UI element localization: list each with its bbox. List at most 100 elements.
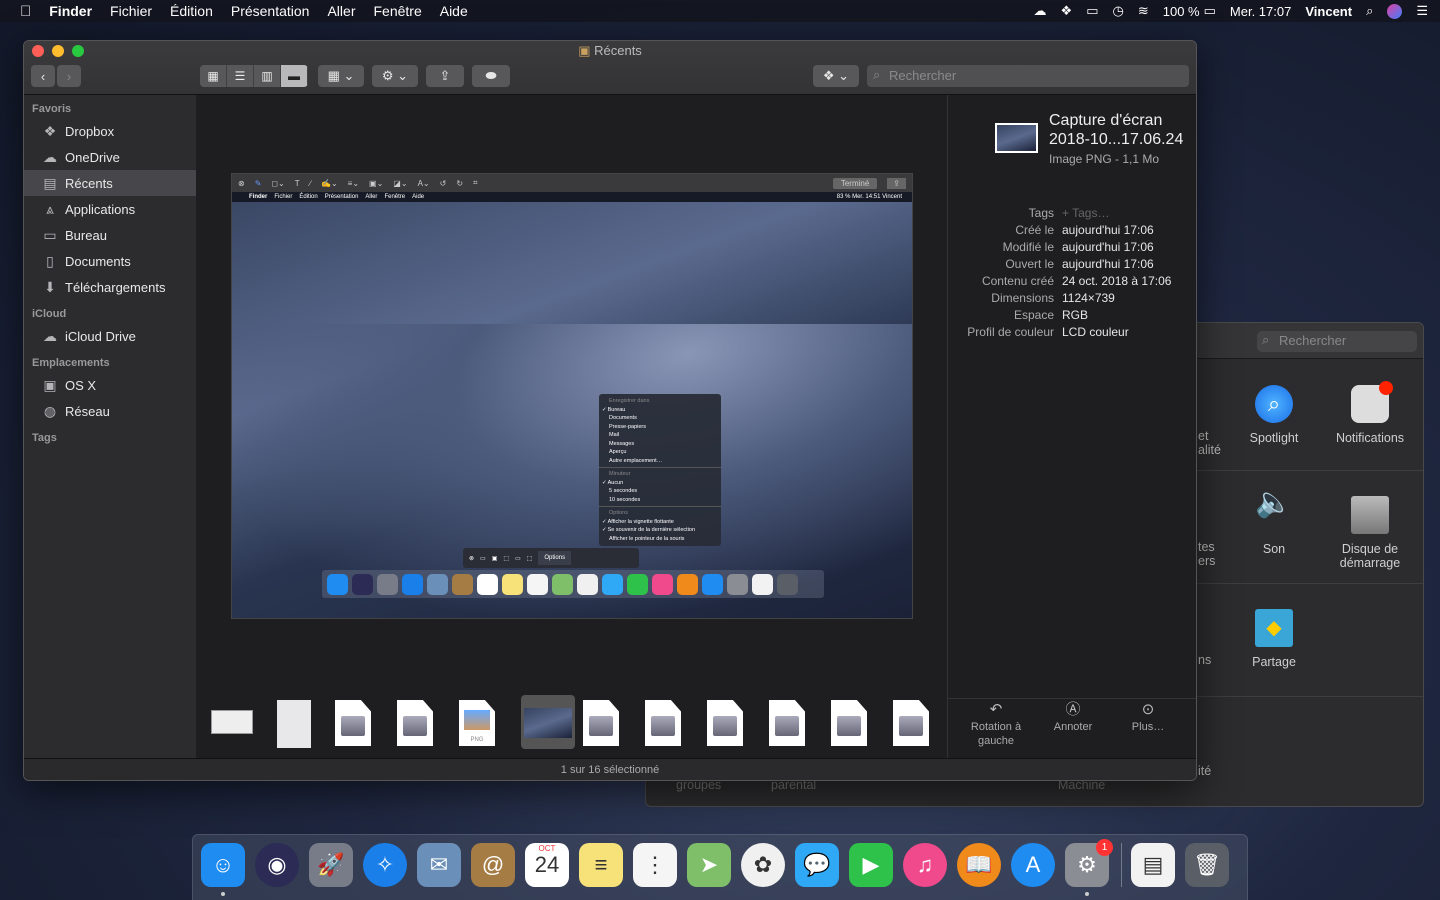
dock-mail[interactable]: ✉ xyxy=(417,843,461,887)
menu-item: ✓Aucun xyxy=(602,479,721,488)
thumbnail-disk-doc[interactable] xyxy=(769,700,805,746)
thumbnail-screenshot-selected[interactable] xyxy=(521,695,575,749)
rotate-left-button[interactable]: ↶ Rotation à gauche xyxy=(958,702,1034,748)
dropbox-icon[interactable]: ❖ xyxy=(1061,3,1073,19)
menu-presentation[interactable]: Présentation xyxy=(222,3,319,19)
list-view-button[interactable]: ☰ xyxy=(227,65,254,87)
markup-toolbar: ⊗ ✎ ◻⌄ T ∕ ✍⌄ ≡⌄ ▣⌄ ◪⌄ A⌄ ↺ ↻ ⌗ Terminé ⇪ xyxy=(232,174,912,192)
thumbnail-disk-doc[interactable] xyxy=(707,700,743,746)
menu-fenetre[interactable]: Fenêtre xyxy=(364,3,430,19)
pref-notifications[interactable]: Notifications xyxy=(1320,381,1420,445)
pref-partage[interactable]: ◆ Partage xyxy=(1224,609,1324,669)
creative-cloud-icon[interactable]: ☁ xyxy=(1034,3,1047,19)
sidebar-item-réseau[interactable]: ◍ Réseau xyxy=(24,398,196,424)
time-machine-icon[interactable]: ◷ xyxy=(1112,3,1123,19)
inner-menu-item: Présentation xyxy=(324,194,359,200)
metadata-value: RGB xyxy=(1062,308,1089,322)
menu-item-label: 5 secondes xyxy=(609,488,638,494)
forward-button[interactable]: › xyxy=(57,65,81,87)
mini-dock-safari-icon xyxy=(402,573,423,595)
quick-actions: ↶ Rotation à gauche Ⓐ Annoter ⊙ Plus… xyxy=(948,698,1196,758)
action-gear-button[interactable]: ⚙ ⌄ xyxy=(372,65,418,87)
disk-icon xyxy=(899,716,923,736)
notification-center-icon[interactable]: ☰ xyxy=(1416,3,1428,19)
thumbnail-document-scan[interactable] xyxy=(277,700,311,748)
sidebar-item-récents[interactable]: ▤ Récents xyxy=(24,170,196,196)
disk-icon: ▣ xyxy=(43,376,57,393)
siri-icon[interactable] xyxy=(1387,3,1403,19)
thumbnail-disk-doc[interactable] xyxy=(645,700,681,746)
sidebar-item-os-x[interactable]: ▣ OS X xyxy=(24,372,196,398)
pref-spotlight[interactable]: ⌕ Spotlight xyxy=(1224,385,1324,445)
sidebar-item-icloud-drive[interactable]: ☁ iCloud Drive xyxy=(24,323,196,349)
column-view-button[interactable]: ▥ xyxy=(254,65,281,87)
thumbnail-png[interactable]: PNG xyxy=(459,700,495,746)
disk-icon xyxy=(713,716,737,736)
gallery-view-button[interactable]: ▬ xyxy=(281,65,308,87)
dock-siri[interactable]: ◉ xyxy=(255,843,299,887)
dock-notes[interactable]: ≡ xyxy=(579,843,623,887)
share-icon: ⇪ xyxy=(887,177,906,189)
dock-system-preferences[interactable]: ⚙ 1 xyxy=(1065,839,1113,896)
menu-app-finder[interactable]: Finder xyxy=(40,3,101,19)
pref-son[interactable]: 🔈 Son xyxy=(1224,488,1324,557)
more-button[interactable]: ⊙ Plus… xyxy=(1110,702,1186,734)
airplay-icon[interactable]: ▭ xyxy=(1086,3,1098,19)
add-tags-field[interactable]: + Tags… xyxy=(1062,205,1109,222)
battery-percent[interactable]: 100 % xyxy=(1163,4,1200,19)
dock-maps[interactable]: ➤ xyxy=(687,843,731,887)
inspector-panel: Capture d'écran 2018-10...17.06.24 Image … xyxy=(947,95,1196,758)
thumbnail-disk-doc[interactable] xyxy=(335,700,371,746)
thumbnail-disk-doc[interactable] xyxy=(397,700,433,746)
dock-app-store[interactable]: A xyxy=(1011,843,1055,887)
dock-trash[interactable]: 🗑 xyxy=(1185,843,1229,887)
mini-dock-books-icon xyxy=(677,573,698,595)
dock-reminders[interactable]: ⋮ xyxy=(633,843,677,887)
sidebar-item-documents[interactable]: ▯ Documents xyxy=(24,248,196,274)
thumbnail-disk-doc[interactable] xyxy=(831,700,867,746)
dock-contacts-icon: @ xyxy=(481,852,505,877)
battery-icon[interactable]: ▭ xyxy=(1204,3,1216,19)
share-button[interactable]: ⇪ xyxy=(426,65,464,87)
dock-calendar[interactable]: 24 OCT xyxy=(525,843,569,887)
menu-aller[interactable]: Aller xyxy=(318,3,364,19)
menu-edition[interactable]: Édition xyxy=(161,3,222,19)
sidebar-item-bureau[interactable]: ▭ Bureau xyxy=(24,222,196,248)
pref-startup-disk[interactable]: Disque de démarrage xyxy=(1320,496,1420,570)
user-name[interactable]: Vincent xyxy=(1305,4,1352,19)
thumbnail-disk-doc[interactable] xyxy=(893,700,929,746)
menu-aide[interactable]: Aide xyxy=(431,3,477,19)
menu-fichier[interactable]: Fichier xyxy=(101,3,161,19)
tags-button[interactable]: ⬬ xyxy=(472,65,510,87)
spotlight-icon[interactable]: ⌕ xyxy=(1366,3,1373,19)
pen-icon: ∕ xyxy=(309,178,311,188)
apple-menu-icon[interactable]:  xyxy=(0,3,40,20)
prefs-search-input[interactable]: ⌕ Rechercher xyxy=(1257,331,1417,352)
clock[interactable]: Mer. 17:07 xyxy=(1230,4,1291,19)
icon-view-button[interactable]: ▦ xyxy=(200,65,227,87)
wifi-icon[interactable]: ≋ xyxy=(1138,3,1149,19)
annotate-button[interactable]: Ⓐ Annoter xyxy=(1035,702,1111,734)
thumbnail-disk-doc[interactable] xyxy=(583,700,619,746)
dropbox-button[interactable]: ❖ ⌄ xyxy=(813,65,859,87)
dock-itunes[interactable]: ♫ xyxy=(903,843,947,887)
dock-finder[interactable]: ☺ xyxy=(201,843,245,896)
finder-search-input[interactable]: ⌕ Rechercher xyxy=(867,65,1189,87)
dock-messages[interactable]: 💬 xyxy=(795,843,839,887)
sidebar-item-onedrive[interactable]: ☁ OneDrive xyxy=(24,144,196,170)
dock-launchpad[interactable]: 🚀 xyxy=(309,843,353,887)
thumbnail-screenshot[interactable] xyxy=(211,710,253,734)
sidebar-item-téléchargements[interactable]: ⬇ Téléchargements xyxy=(24,274,196,300)
sidebar-item-applications[interactable]: ⩓ Applications xyxy=(24,196,196,222)
dock-books[interactable]: 📖 xyxy=(957,843,1001,887)
preview-image[interactable]: ⊗ ✎ ◻⌄ T ∕ ✍⌄ ≡⌄ ▣⌄ ◪⌄ A⌄ ↺ ↻ ⌗ Terminé ⇪ Finder Fichi… xyxy=(231,173,913,619)
dock-photos[interactable]: ✿ xyxy=(741,843,785,887)
dock-contacts[interactable]: @ xyxy=(471,843,515,887)
cut-label: ers xyxy=(1198,554,1216,568)
dock-safari[interactable]: ✧ xyxy=(363,843,407,887)
sidebar-item-dropbox[interactable]: ❖ Dropbox xyxy=(24,118,196,144)
dock-facetime[interactable]: ▶ xyxy=(849,843,893,887)
back-button[interactable]: ‹ xyxy=(31,65,55,87)
dock-document[interactable]: ▤ xyxy=(1131,843,1175,887)
group-by-button[interactable]: ▦ ⌄ xyxy=(318,65,364,87)
